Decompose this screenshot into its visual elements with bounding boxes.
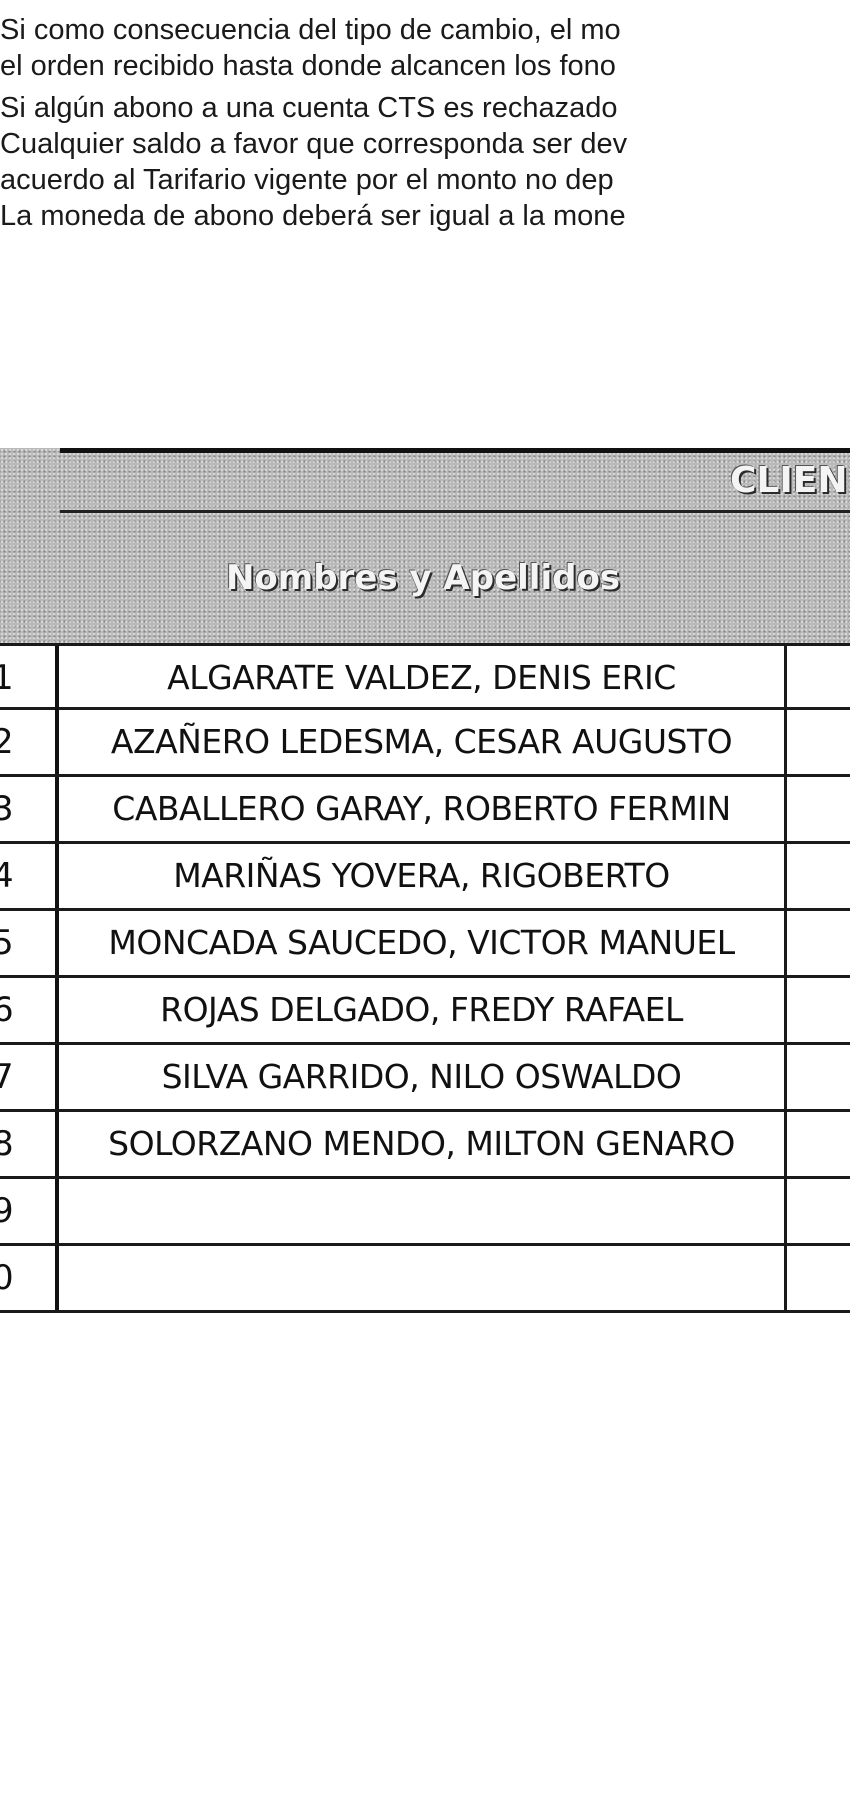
row-extra-cell — [787, 646, 850, 710]
row-number: 9 — [0, 1191, 14, 1231]
table-grid: CLIEN Nombres y Apellidos 1 ALGARATE VAL… — [0, 448, 850, 1338]
table-header-band — [0, 448, 850, 643]
table-row: 6 ROJAS DELGADO, FREDY RAFAEL — [0, 978, 850, 1045]
row-name: ALGARATE VALDEZ, DENIS ERIC — [55, 646, 787, 710]
row-extra-cell — [787, 978, 850, 1042]
note-line-6: La moneda de abono deberá ser igual a la… — [0, 200, 626, 232]
row-name: ROJAS DELGADO, FREDY RAFAEL — [55, 978, 787, 1042]
table-row: 7 SILVA GARRIDO, NILO OSWALDO — [0, 1045, 850, 1112]
note-line-5: acuerdo al Tarifario vigente por el mont… — [0, 164, 614, 196]
row-name: AZAÑERO LEDESMA, CESAR AUGUSTO — [55, 710, 787, 774]
row-number: 2 — [0, 722, 14, 762]
table-row: 3 CABALLERO GARAY, ROBERTO FERMIN — [0, 777, 850, 844]
row-number: 5 — [0, 923, 14, 963]
row-number: 3 — [0, 789, 14, 829]
row-extra-cell — [787, 1246, 850, 1310]
table-row: 0 — [0, 1246, 850, 1313]
row-extra-cell — [787, 911, 850, 975]
notes-paragraph: Si como consecuencia del tipo de cambio,… — [0, 12, 850, 234]
row-number: 0 — [0, 1258, 14, 1298]
column-header-names: Nombres y Apellidos — [225, 558, 621, 598]
row-name: MARIÑAS YOVERA, RIGOBERTO — [55, 844, 787, 908]
table-row: 5 MONCADA SAUCEDO, VICTOR MANUEL — [0, 911, 850, 978]
row-extra-cell — [787, 777, 850, 841]
table-row: 4 MARIÑAS YOVERA, RIGOBERTO — [0, 844, 850, 911]
row-name: SOLORZANO MENDO, MILTON GENARO — [55, 1112, 787, 1176]
header-mid-border — [60, 510, 850, 513]
row-extra-cell — [787, 1112, 850, 1176]
row-number: 8 — [0, 1124, 14, 1164]
table-row: 8 SOLORZANO MENDO, MILTON GENARO — [0, 1112, 850, 1179]
row-extra-cell — [787, 710, 850, 774]
row-name: CABALLERO GARAY, ROBERTO FERMIN — [55, 777, 787, 841]
client-table: CLIEN Nombres y Apellidos 1 ALGARATE VAL… — [0, 448, 850, 1338]
row-number: 7 — [0, 1057, 14, 1097]
row-name: SILVA GARRIDO, NILO OSWALDO — [55, 1045, 787, 1109]
table-row: 9 — [0, 1179, 850, 1246]
table-row: 2 AZAÑERO LEDESMA, CESAR AUGUSTO — [0, 710, 850, 777]
row-number: 6 — [0, 990, 14, 1030]
row-number: 4 — [0, 856, 14, 896]
row-extra-cell — [787, 1045, 850, 1109]
row-name — [55, 1246, 787, 1310]
note-line-3: Si algún abono a una cuenta CTS es recha… — [0, 92, 618, 124]
row-name — [55, 1179, 787, 1243]
note-line-2: el orden recibido hasta donde alcancen l… — [0, 50, 616, 82]
section-header: CLIEN — [730, 460, 848, 501]
note-line-1: Si como consecuencia del tipo de cambio,… — [0, 14, 621, 46]
row-extra-cell — [787, 844, 850, 908]
row-name: MONCADA SAUCEDO, VICTOR MANUEL — [55, 911, 787, 975]
table-rows: 1 ALGARATE VALDEZ, DENIS ERIC 2 AZAÑERO … — [0, 643, 850, 1313]
row-extra-cell — [787, 1179, 850, 1243]
header-top-border — [60, 448, 850, 453]
table-row: 1 ALGARATE VALDEZ, DENIS ERIC — [0, 643, 850, 710]
note-line-4: Cualquier saldo a favor que corresponda … — [0, 128, 628, 160]
row-number: 1 — [0, 658, 14, 698]
